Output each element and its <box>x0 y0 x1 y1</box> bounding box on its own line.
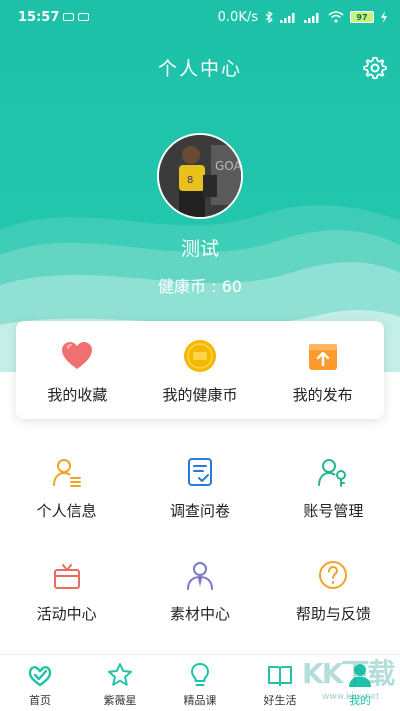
watermark-url: www.kkx.net <box>322 692 380 702</box>
publish-icon <box>308 344 337 370</box>
survey-label: 调查问卷 <box>169 502 230 520</box>
material-icon <box>186 562 213 590</box>
gear-icon[interactable] <box>362 55 388 81</box>
help-feedback-label: 帮助与反馈 <box>295 605 371 623</box>
account-management-label: 账号管理 <box>303 502 364 520</box>
svg-text:8: 8 <box>187 175 193 186</box>
avatar[interactable]: GOA 8 <box>157 133 243 219</box>
my-posts-label: 我的发布 <box>292 386 353 404</box>
tab-courses[interactable]: 精品课 <box>160 655 240 711</box>
tab-courses-label: 精品课 <box>183 694 217 707</box>
wifi-icon <box>328 11 344 23</box>
feature-grid: 个人信息 调查问卷 账号管理 活动中心 素材中心 帮助与反馈 <box>0 450 400 656</box>
my-posts-button[interactable]: 我的发布 <box>261 321 384 419</box>
my-health-coins-label: 我的健康币 <box>162 386 238 404</box>
tab-home-label: 首页 <box>29 694 51 707</box>
my-favorites-button[interactable]: 我的收藏 <box>16 321 139 419</box>
material-center-button[interactable]: 素材中心 <box>133 553 266 656</box>
book-icon <box>268 666 292 686</box>
tab-ziweixing[interactable]: 紫薇星 <box>80 655 160 711</box>
network-speed: 0.0K/s <box>217 9 258 25</box>
home-icon <box>28 666 52 687</box>
avatar-photo: GOA 8 <box>159 135 243 217</box>
status-indicators: 0.0K/s 97 <box>218 10 388 25</box>
health-coin-balance: 健康币 : 60 <box>158 277 242 296</box>
page-title: 个人中心 <box>157 58 242 80</box>
help-feedback-button[interactable]: 帮助与反馈 <box>267 553 400 656</box>
notification-icon <box>78 13 90 21</box>
bluetooth-icon <box>265 11 273 23</box>
feature-grid-row: 个人信息 调查问卷 账号管理 <box>0 450 400 553</box>
help-icon <box>319 561 348 589</box>
person-info-icon <box>52 459 81 487</box>
svg-text:GOA: GOA <box>215 159 243 173</box>
status-time: 15:57 <box>18 9 60 25</box>
tab-ziweixing-label: 紫薇星 <box>103 694 137 707</box>
material-center-label: 素材中心 <box>169 605 230 623</box>
star-icon <box>108 663 132 686</box>
gift-icon <box>53 564 80 589</box>
feature-grid-row: 活动中心 素材中心 帮助与反馈 <box>0 553 400 656</box>
charging-icon <box>381 11 387 23</box>
account-manage-icon <box>318 459 347 487</box>
signal-icon <box>280 12 295 23</box>
personal-info-button[interactable]: 个人信息 <box>0 450 133 553</box>
signal-icon <box>304 12 319 23</box>
activity-center-button[interactable]: 活动中心 <box>0 553 133 656</box>
bulb-icon <box>191 663 209 686</box>
survey-icon <box>187 458 212 486</box>
user-name: 测试 <box>180 238 219 260</box>
coin-icon <box>184 340 216 372</box>
survey-button[interactable]: 调查问卷 <box>133 450 266 553</box>
my-favorites-label: 我的收藏 <box>47 386 108 404</box>
quick-actions-card: 我的收藏 我的健康币 我的发布 <box>16 321 384 419</box>
watermark-text: KK下载 <box>302 657 395 690</box>
my-health-coins-button[interactable]: 我的健康币 <box>139 321 262 419</box>
account-management-button[interactable]: 账号管理 <box>267 450 400 553</box>
personal-info-label: 个人信息 <box>36 502 97 520</box>
heart-icon <box>62 342 93 369</box>
tab-good-life-label: 好生活 <box>263 694 297 707</box>
activity-center-label: 活动中心 <box>36 605 97 623</box>
notification-icon <box>63 13 75 21</box>
status-bar: 15:57 0.0K/s 97 <box>0 0 400 34</box>
tab-home[interactable]: 首页 <box>0 655 80 711</box>
battery-icon: 97 <box>350 11 374 23</box>
